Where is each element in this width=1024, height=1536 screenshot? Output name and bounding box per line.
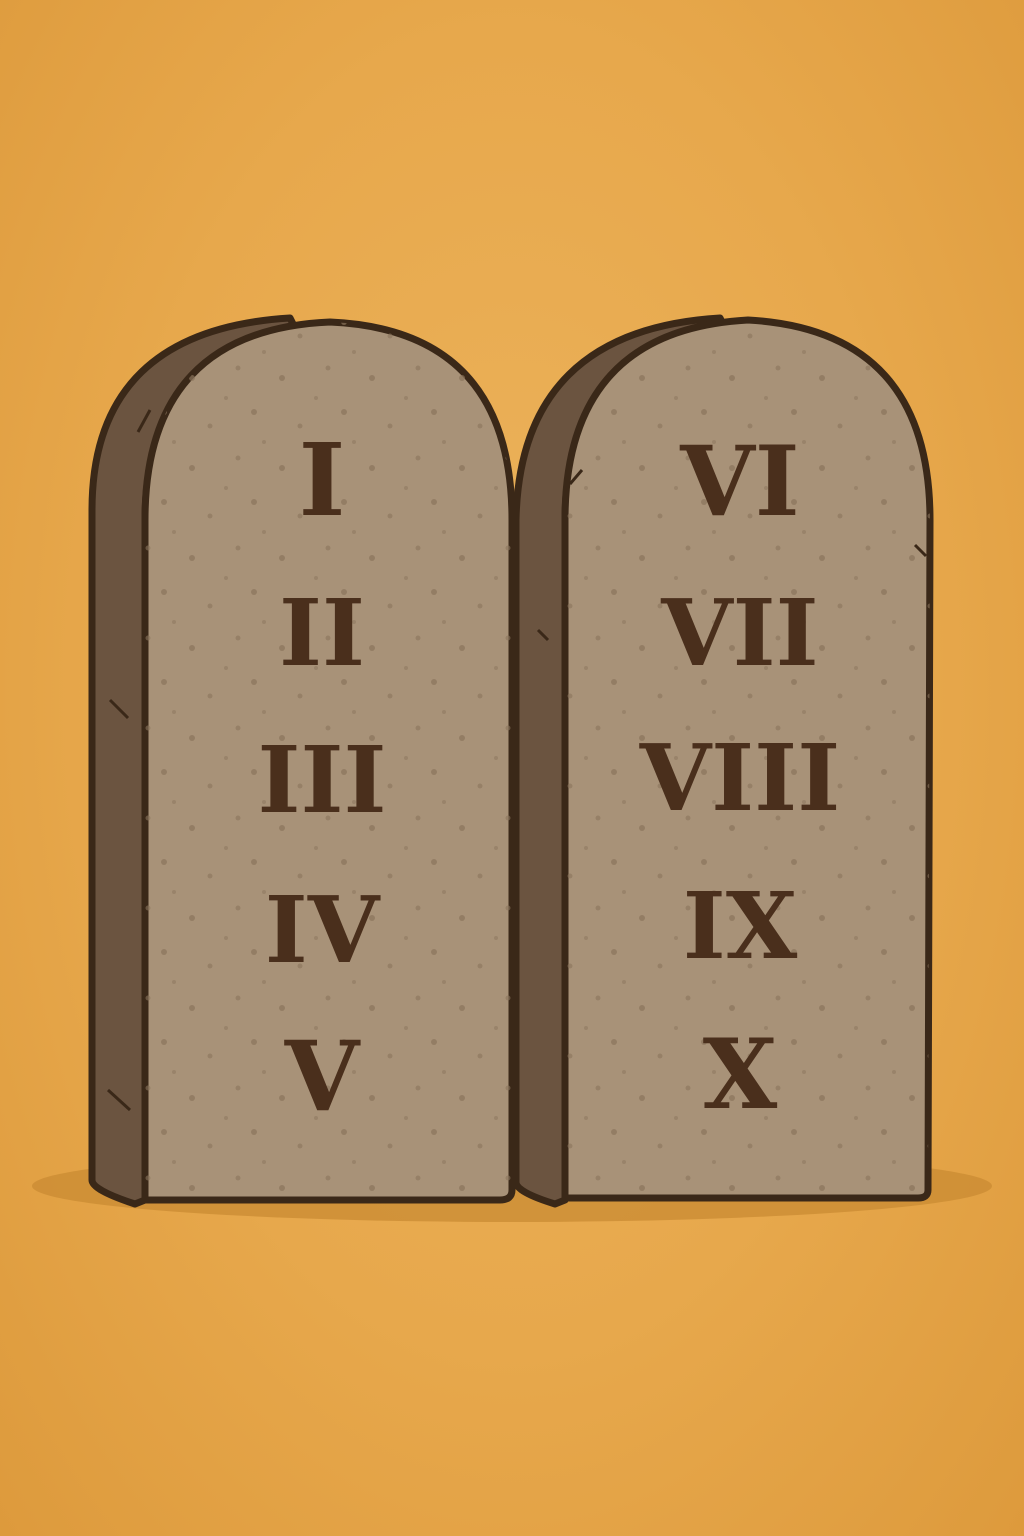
left-numeral-2: II [279, 579, 365, 687]
right-numeral-7: VII [660, 579, 818, 687]
left-numeral-4: IV [265, 876, 381, 984]
right-numeral-8: VIII [639, 724, 841, 832]
right-tablet: VI VII VIII IX X [512, 314, 934, 1208]
left-numeral-3: III [257, 726, 386, 834]
left-numeral-1: I [299, 421, 346, 539]
stone-tablets-drawing: I II III IV V VI VII VIII IX X [32, 314, 992, 1222]
right-numeral-10: X [703, 1018, 778, 1131]
left-numeral-5: V [284, 1020, 361, 1133]
ten-commandments-illustration: I II III IV V VI VII VIII IX X [0, 0, 1024, 1536]
right-numeral-6: VI [679, 425, 799, 538]
left-tablet: I II III IV V [88, 314, 516, 1208]
right-numeral-9: IX [683, 872, 798, 980]
